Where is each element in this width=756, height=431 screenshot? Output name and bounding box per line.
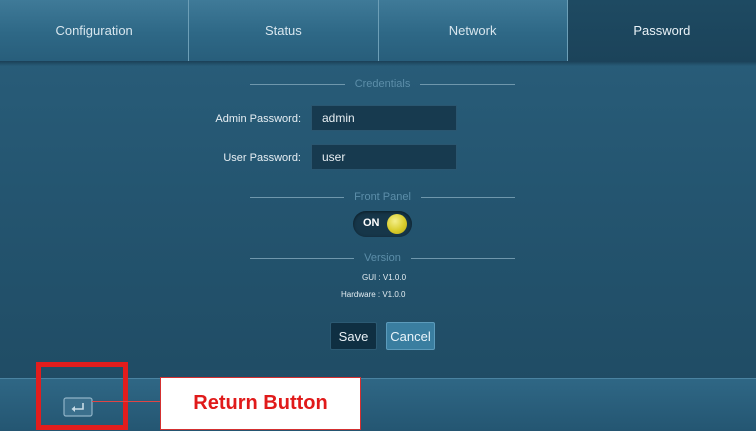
- divider: [250, 257, 355, 259]
- tab-configuration[interactable]: Configuration: [0, 0, 190, 61]
- admin-password-field[interactable]: [311, 105, 457, 131]
- user-password-field[interactable]: [311, 144, 457, 170]
- credentials-title: Credentials: [354, 78, 411, 90]
- divider: [250, 83, 345, 85]
- hardware-version: Hardware : V1.0.0: [341, 290, 406, 299]
- credentials-header: Credentials: [250, 77, 516, 91]
- gui-version: GUI : V1.0.0: [362, 273, 407, 282]
- tab-status[interactable]: Status: [189, 0, 379, 61]
- divider: [250, 196, 345, 198]
- tab-bar: Configuration Status Network Password: [0, 0, 756, 61]
- tab-bar-shadow: [0, 61, 756, 66]
- front-panel-toggle[interactable]: ON: [353, 211, 412, 237]
- tab-password[interactable]: Password: [567, 0, 756, 61]
- annotation-callout: Return Button: [160, 377, 361, 430]
- toggle-knob: [387, 214, 407, 234]
- version-header: Version: [250, 251, 516, 265]
- front-panel-header: Front Panel: [250, 190, 515, 204]
- divider: [410, 257, 516, 259]
- cancel-button[interactable]: Cancel: [386, 322, 435, 350]
- admin-password-label: Admin Password:: [215, 113, 301, 125]
- annotation-highlight-box: [36, 362, 128, 430]
- tab-network[interactable]: Network: [378, 0, 568, 61]
- front-panel-title: Front Panel: [354, 191, 411, 203]
- version-title: Version: [364, 252, 401, 264]
- toggle-label: ON: [363, 217, 380, 229]
- divider: [420, 83, 516, 85]
- user-password-label: User Password:: [223, 152, 301, 164]
- save-button[interactable]: Save: [330, 322, 377, 350]
- annotation-connector: [92, 401, 160, 402]
- divider: [420, 196, 515, 198]
